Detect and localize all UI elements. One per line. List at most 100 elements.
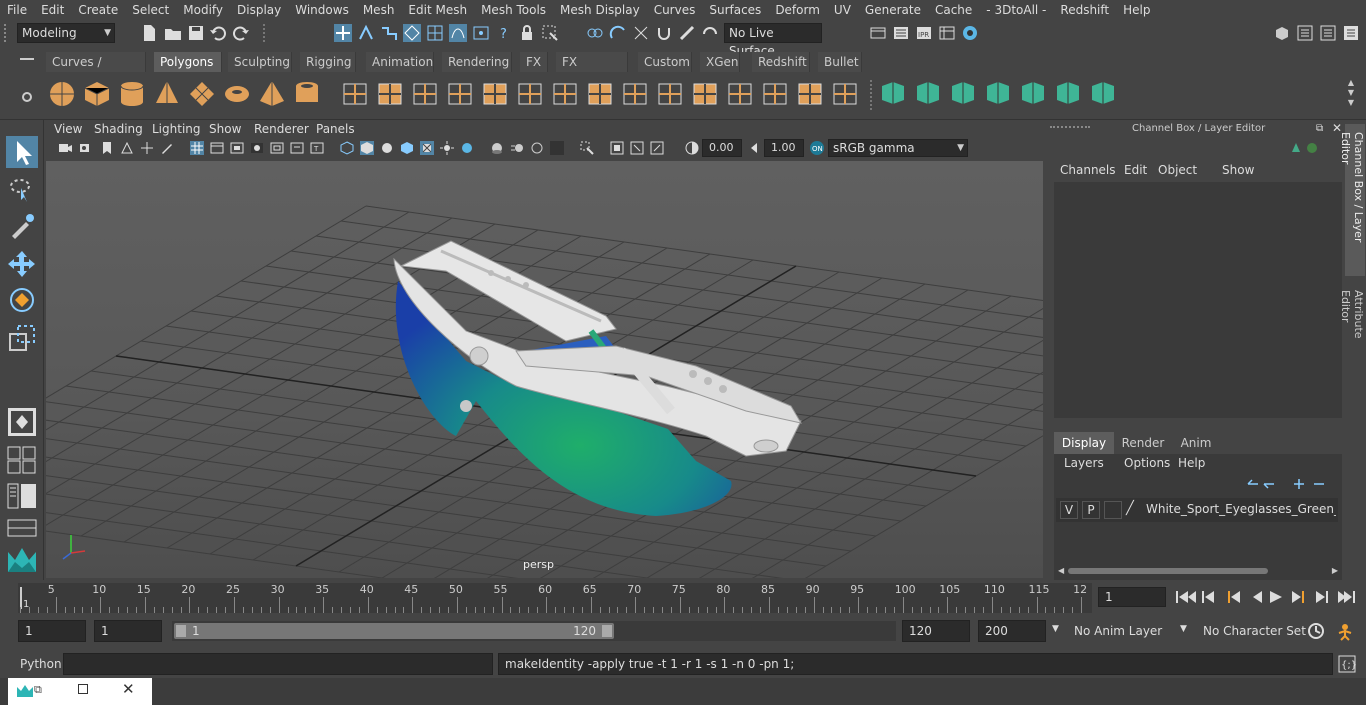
channel-menu-show[interactable]: Show	[1222, 163, 1254, 177]
graph-layout-icon[interactable]	[6, 518, 38, 538]
viewport-menu-panels[interactable]: Panels	[316, 122, 355, 136]
camera-attributes-icon[interactable]	[79, 141, 93, 155]
new-scene-icon[interactable]	[140, 24, 158, 42]
shelf-tab-rendering[interactable]: Rendering	[442, 52, 512, 72]
gate-mask-icon[interactable]	[250, 141, 264, 155]
poly-pipe-icon[interactable]	[292, 78, 322, 110]
gamma-field[interactable]: 1.00	[764, 139, 804, 157]
separate-icon[interactable]	[375, 78, 405, 110]
safe-action-icon[interactable]	[290, 141, 304, 155]
poly-cone-icon[interactable]	[152, 78, 182, 110]
default-lighting-icon[interactable]	[380, 141, 394, 155]
script-editor-icon[interactable]: {;}	[1338, 655, 1356, 673]
restore-window-icon[interactable]: ⧉	[34, 683, 42, 697]
menu-display[interactable]: Display	[230, 0, 288, 20]
menu-help[interactable]: Help	[1116, 0, 1157, 20]
snap-together-icon[interactable]	[586, 24, 604, 42]
boolean-icon[interactable]	[830, 78, 860, 110]
poly-torus-icon[interactable]	[222, 78, 252, 110]
shelf-tab-xgen[interactable]: XGen	[700, 52, 740, 72]
smooth-shade-icon[interactable]	[360, 141, 374, 155]
snap-view-plane-icon[interactable]	[632, 24, 650, 42]
current-frame-field[interactable]: 1	[1098, 587, 1166, 607]
shelf-tab-sculpting[interactable]: Sculpting	[228, 52, 292, 72]
toggle-channel-box-icon[interactable]	[1342, 24, 1360, 42]
layer-color-swatch[interactable]: ╱	[1126, 501, 1144, 519]
cylindrical-uv-icon[interactable]	[983, 78, 1013, 110]
field-chart-icon[interactable]	[270, 141, 284, 155]
color-management-icon[interactable]: ON	[809, 140, 825, 156]
depth-of-field-icon[interactable]	[550, 141, 564, 155]
playback-start-field[interactable]: 1	[94, 620, 162, 642]
layer-tab-display[interactable]: Display	[1054, 432, 1114, 454]
poly-cube-icon[interactable]	[82, 78, 112, 110]
layer-row[interactable]: V P ╱ White_Sport_Eyeglasses_Green_Glass	[1056, 498, 1338, 522]
shelf-scroll-arrows[interactable]: ▲ ▼ ▼	[1345, 78, 1357, 114]
lasso-tool-icon[interactable]	[6, 174, 38, 206]
offset-edge-loop-icon[interactable]	[760, 78, 790, 110]
snap-curve-icon[interactable]	[449, 24, 467, 42]
menu-windows[interactable]: Windows	[288, 0, 356, 20]
layer-tab-anim[interactable]: Anim	[1172, 432, 1220, 454]
planar-uv-icon[interactable]	[913, 78, 943, 110]
exposure-icon[interactable]	[685, 141, 699, 155]
poly-cylinder-icon[interactable]	[117, 78, 147, 110]
combine-icon[interactable]	[340, 78, 370, 110]
textured-icon[interactable]	[400, 141, 414, 155]
select-by-component-icon[interactable]	[380, 24, 398, 42]
collapse-icon[interactable]	[795, 78, 825, 110]
channel-box-state-icons[interactable]	[1286, 140, 1326, 156]
xray-icon[interactable]	[420, 141, 434, 155]
close-window-icon[interactable]: ✕	[122, 680, 135, 698]
anti-aliasing-icon[interactable]	[530, 141, 544, 155]
menu-file[interactable]: File	[0, 0, 34, 20]
redo-icon[interactable]	[232, 24, 250, 42]
menu-deform[interactable]: Deform	[768, 0, 827, 20]
hud-icon[interactable]	[650, 141, 664, 155]
layer-scrollbar[interactable]: ◀ ▶	[1058, 566, 1338, 576]
bridge-icon[interactable]	[515, 78, 545, 110]
wireframe-icon[interactable]	[340, 141, 354, 155]
motion-blur-icon[interactable]	[510, 141, 524, 155]
mode-dropdown[interactable]: Modeling ▼	[17, 23, 115, 43]
smooth-icon[interactable]	[445, 78, 475, 110]
channel-menu-object[interactable]: Object	[1158, 163, 1197, 177]
layer-action-icons[interactable]	[1244, 476, 1334, 492]
checker-map-icon[interactable]	[1088, 78, 1118, 110]
viewport-menu-lighting[interactable]: Lighting	[152, 122, 201, 136]
grid-toggle-icon[interactable]	[190, 141, 204, 155]
scene-start-field[interactable]: 1	[18, 620, 86, 642]
magnet-icon[interactable]	[655, 24, 673, 42]
symmetry-icon[interactable]	[701, 24, 719, 42]
shadows-icon[interactable]	[460, 141, 474, 155]
snap-point-icon[interactable]	[472, 24, 490, 42]
menu-edit[interactable]: Edit	[34, 0, 71, 20]
poly-pyramid-icon[interactable]	[257, 78, 287, 110]
auto-key-icon[interactable]	[1306, 621, 1326, 641]
grease-pencil-icon[interactable]	[160, 141, 174, 155]
shelf-tab-fx[interactable]: FX	[520, 52, 548, 72]
layer-menu-layers[interactable]: Layers	[1064, 456, 1104, 470]
camera-select-icon[interactable]	[58, 141, 72, 155]
menu-mesh-display[interactable]: Mesh Display	[553, 0, 647, 20]
screen-space-ao-icon[interactable]	[490, 141, 504, 155]
multi-cut-icon[interactable]	[585, 78, 615, 110]
isolate-select-icon[interactable]	[580, 141, 594, 155]
tab-attribute-editor[interactable]: Attribute Editor	[1339, 284, 1365, 374]
chevron-down-icon[interactable]: ▼	[1052, 624, 1059, 634]
menu-mesh[interactable]: Mesh	[356, 0, 402, 20]
menu-cache[interactable]: Cache	[928, 0, 979, 20]
single-pane-layout-icon[interactable]	[6, 406, 38, 438]
character-set-dropdown[interactable]: No Character Set	[1197, 620, 1306, 642]
shelf-tab-animation[interactable]: Animation	[366, 52, 434, 72]
hypershade-icon[interactable]	[961, 24, 979, 42]
rotate-tool-icon[interactable]	[6, 284, 38, 316]
automatic-uv-icon[interactable]	[948, 78, 978, 110]
shelf-menu-icon[interactable]	[20, 58, 34, 60]
shelf-tab-bullet[interactable]: Bullet	[818, 52, 862, 72]
layer-tab-render[interactable]: Render	[1116, 432, 1170, 454]
average-vertices-icon[interactable]	[480, 78, 510, 110]
frame-all-icon[interactable]	[610, 141, 624, 155]
status-handle[interactable]	[4, 24, 10, 42]
layer-menu-help[interactable]: Help	[1178, 456, 1205, 470]
